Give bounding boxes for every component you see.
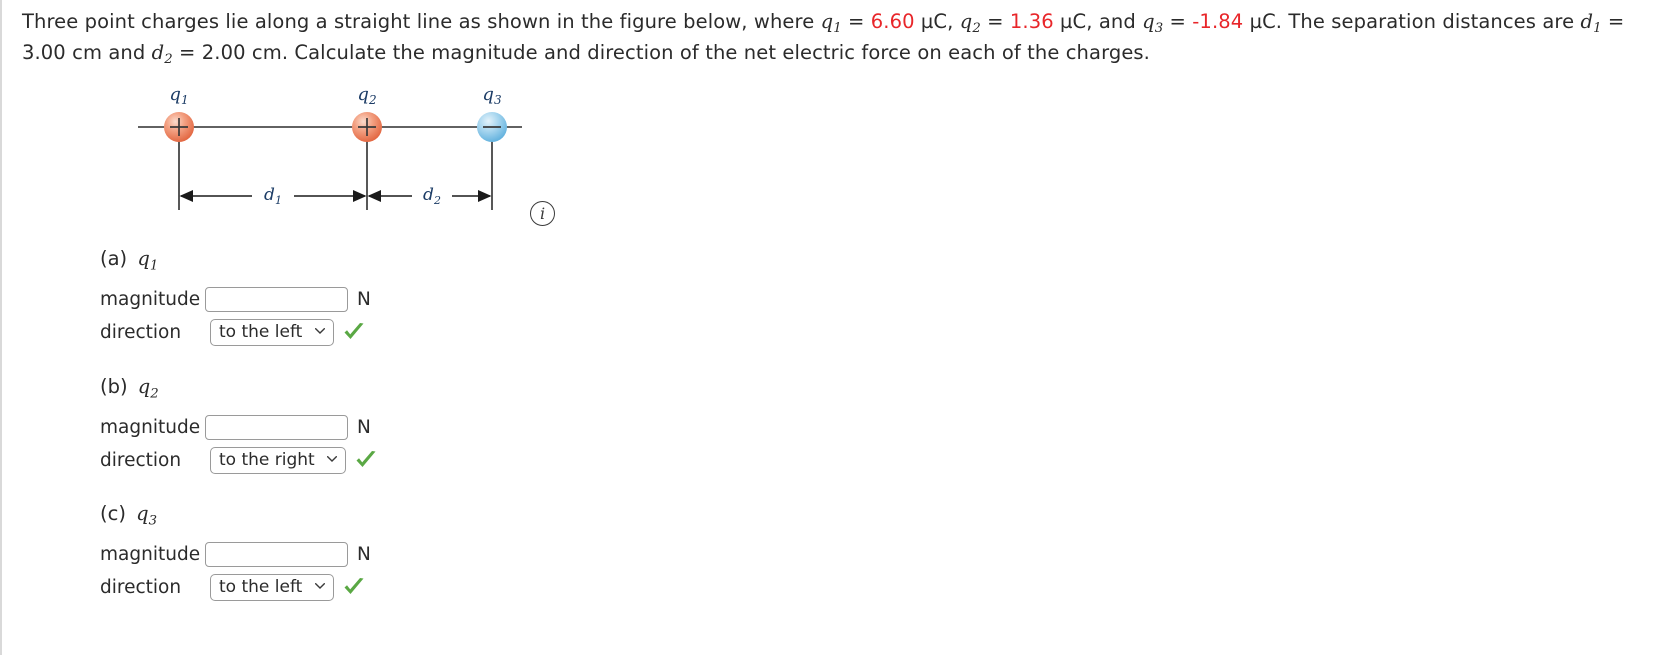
statement-text-2: µC. The separation distances are <box>1243 10 1575 33</box>
part-a-subscript: 1 <box>149 258 159 274</box>
problem-page: Three point charges lie along a straight… <box>0 0 1669 655</box>
correct-check-icon-b <box>356 451 376 467</box>
part-c-subscript: 3 <box>148 513 158 529</box>
direction-row-a: direction to the left <box>100 318 371 346</box>
magnitude-label-c: magnitude <box>100 543 201 565</box>
magnitude-unit-a: N <box>357 288 371 310</box>
part-a-symbol: q <box>137 247 150 270</box>
q3-subscript: 3 <box>1154 21 1164 37</box>
part-c-heading: (c) q3 <box>100 502 371 529</box>
part-a-prefix: (a) <box>100 247 134 270</box>
direction-label-c: direction <box>100 576 182 598</box>
unit-1: µC, <box>914 10 960 33</box>
equals-3: = <box>1163 10 1193 33</box>
magnitude-input-b[interactable] <box>205 414 348 440</box>
figure-label-q1: q1 <box>169 84 188 107</box>
magnitude-input-a[interactable] <box>205 286 348 312</box>
figure-label-q3: q3 <box>482 84 502 107</box>
unit-2: µC, and <box>1053 10 1143 33</box>
part-a-heading: (a) q1 <box>100 247 371 274</box>
part-c-prefix: (c) <box>100 502 133 525</box>
magnitude-row-c: magnitude N <box>100 540 371 568</box>
direction-select-c[interactable]: to the left <box>210 573 334 601</box>
charges-figure: q1 q2 q3 d1 d2 <box>122 78 552 223</box>
part-b-prefix: (b) <box>100 375 134 398</box>
equals-1: = <box>841 10 871 33</box>
info-icon[interactable]: i <box>530 201 555 226</box>
magnitude-row-a: magnitude N <box>100 285 371 313</box>
part-c-symbol: q <box>136 502 149 525</box>
q2-value: 1.36 <box>1009 10 1054 33</box>
answer-part-a: (a) q1 magnitude N direction to the left <box>100 247 371 349</box>
q2-symbol: q <box>959 10 973 33</box>
direction-select-wrap-b: to the right <box>210 446 346 474</box>
magnitude-row-b: magnitude N <box>100 413 377 441</box>
magnitude-label-b: magnitude <box>100 416 201 438</box>
q1-value: 6.60 <box>870 10 915 33</box>
figure-label-q2: q2 <box>357 84 376 107</box>
problem-statement: Three point charges lie along a straight… <box>22 6 1662 68</box>
q1-symbol: q <box>820 10 834 33</box>
direction-label-a: direction <box>100 321 182 343</box>
q3-value: -1.84 <box>1192 10 1244 33</box>
magnitude-unit-c: N <box>357 543 371 565</box>
d2-subscript: 2 <box>164 52 173 68</box>
q3-symbol: q <box>1142 10 1155 33</box>
d2-text: = 2.00 cm. Calculate the magnitude and d… <box>172 41 1150 64</box>
magnitude-label-a: magnitude <box>100 288 201 310</box>
answer-part-c: (c) q3 magnitude N direction to the left <box>100 502 371 604</box>
figure-svg: q1 q2 q3 d1 d2 <box>138 84 522 210</box>
q2-subscript: 2 <box>972 21 981 37</box>
statement-text-1: Three point charges lie along a straight… <box>22 10 821 33</box>
q1-subscript: 1 <box>833 21 842 37</box>
equals-2: = <box>980 10 1010 33</box>
correct-check-icon-c <box>344 578 364 594</box>
direction-select-wrap-a: to the left <box>210 318 334 346</box>
part-b-heading: (b) q2 <box>100 375 377 402</box>
d1-subscript: 1 <box>1593 21 1602 37</box>
direction-select-a[interactable]: to the left <box>210 318 334 346</box>
direction-select-wrap-c: to the left <box>210 573 334 601</box>
part-b-symbol: q <box>137 375 151 398</box>
direction-label-b: direction <box>100 449 182 471</box>
magnitude-input-c[interactable] <box>205 541 348 567</box>
direction-row-b: direction to the right <box>100 446 377 474</box>
direction-row-c: direction to the left <box>100 573 371 601</box>
answer-part-b: (b) q2 magnitude N direction to the righ… <box>100 375 377 477</box>
d1-symbol: d <box>1580 10 1594 33</box>
part-b-subscript: 2 <box>150 386 159 402</box>
correct-check-icon-a <box>344 323 364 339</box>
d2-symbol: d <box>151 41 165 64</box>
magnitude-unit-b: N <box>357 416 371 438</box>
direction-select-b[interactable]: to the right <box>210 446 346 474</box>
